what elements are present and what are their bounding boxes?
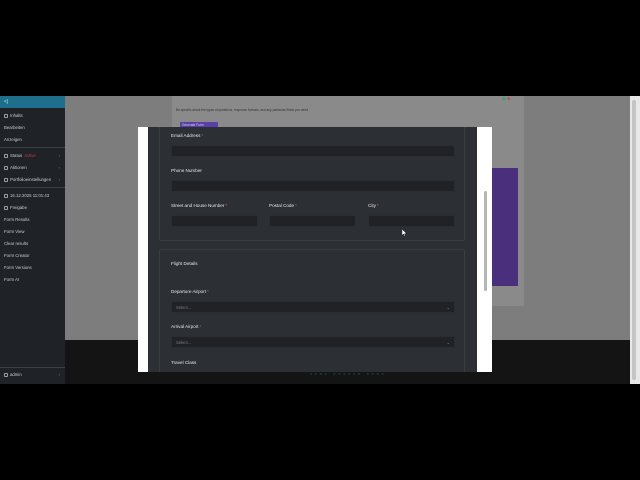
phone-field[interactable]: [171, 180, 455, 192]
form-modal: Email Address* Phone Number Street and H…: [138, 127, 492, 372]
sidebar-item-anzeigen[interactable]: Anzeigen: [4, 137, 22, 142]
sidebar-item-clear-results[interactable]: Clear results: [4, 241, 28, 246]
screen: Be specific about the types of questions…: [0, 0, 640, 480]
sidebar-item-freigabe[interactable]: Freigabe: [4, 205, 27, 210]
chevron-down-icon: ⌄: [446, 305, 450, 310]
sidebar-item-bearbeiten[interactable]: Bearbeiten: [4, 125, 25, 130]
diamond-icon[interactable]: ◆: [502, 96, 506, 102]
postal-code-label: Postal Code*: [269, 203, 297, 208]
divider: [0, 187, 65, 188]
sidebar-item-form-ai[interactable]: Form AI: [4, 277, 19, 282]
user-menu[interactable]: admin ›: [4, 372, 62, 377]
modal-scrollbar-thumb[interactable]: [484, 191, 487, 291]
street-label: Street and House Number*: [171, 203, 228, 208]
city-label: City*: [368, 203, 379, 208]
sidebar-item-portfolio[interactable]: Portfolioeinstellungen ›: [4, 177, 62, 182]
page-scrollbar-thumb[interactable]: [632, 100, 636, 380]
flight-section-title: Flight Details: [171, 261, 198, 266]
preview-panel: [490, 168, 518, 286]
mouse-cursor-icon: [402, 229, 408, 237]
city-field[interactable]: [368, 215, 455, 227]
prompt-note: Be specific about the types of questions…: [176, 108, 309, 112]
status-badge: Active: [24, 153, 36, 158]
sidebar-item-form-results[interactable]: Form Results: [4, 217, 30, 222]
departure-label: Departure Airport*: [171, 289, 209, 294]
arrival-select[interactable]: Select... ⌄: [171, 336, 455, 348]
sidebar-item-aktionen[interactable]: Aktionen ›: [4, 165, 62, 170]
travel-class-label: Travel Class: [171, 360, 197, 365]
header-icons: ◆ ●: [502, 96, 510, 102]
arrival-label: Arrival Airport*: [171, 324, 202, 329]
share-icon: [4, 205, 8, 210]
chevron-right-icon: ›: [58, 372, 60, 377]
user-icon: [4, 372, 8, 377]
sidebar-item-form-versions[interactable]: Form Versions: [4, 265, 32, 270]
email-label: Email Address*: [171, 133, 204, 138]
alert-icon[interactable]: ●: [507, 96, 510, 102]
form-body: Email Address* Phone Number Street and H…: [148, 127, 477, 372]
sidebar: <| Inhalts Bearbeiten Anzeigen Status Ac…: [0, 96, 65, 384]
email-field[interactable]: [171, 145, 455, 157]
street-field[interactable]: [171, 215, 258, 227]
sidebar-item-form-view[interactable]: Form View: [4, 229, 24, 234]
sidebar-item-timestamp: 16.12.2025 11:01:43: [4, 193, 49, 198]
phone-label: Phone Number: [171, 168, 202, 173]
chevron-right-icon: ›: [58, 153, 60, 158]
bolt-icon: [4, 165, 8, 170]
page-scrollbar[interactable]: [630, 96, 640, 384]
departure-select[interactable]: Select... ⌄: [171, 301, 455, 313]
folder-icon: [4, 113, 8, 118]
divider: [0, 367, 65, 368]
sidebar-item-status[interactable]: Status Active ›: [4, 153, 62, 158]
settings-icon: [4, 177, 8, 182]
clock-icon: [4, 193, 8, 198]
chevron-right-icon: ›: [58, 165, 60, 170]
postal-code-field[interactable]: [269, 215, 356, 227]
chevron-down-icon: ⌄: [446, 340, 450, 345]
divider: [0, 147, 65, 148]
sidebar-collapse-toggle[interactable]: <|: [0, 96, 65, 108]
status-icon: [4, 153, 8, 158]
sidebar-item-form-creator[interactable]: Form Creator: [4, 253, 30, 258]
sidebar-item-inhalts[interactable]: Inhalts: [4, 113, 23, 118]
footer-links: ━━━━ ━━━━━━ ━━━━: [310, 372, 387, 376]
chevron-right-icon: ›: [58, 177, 60, 182]
